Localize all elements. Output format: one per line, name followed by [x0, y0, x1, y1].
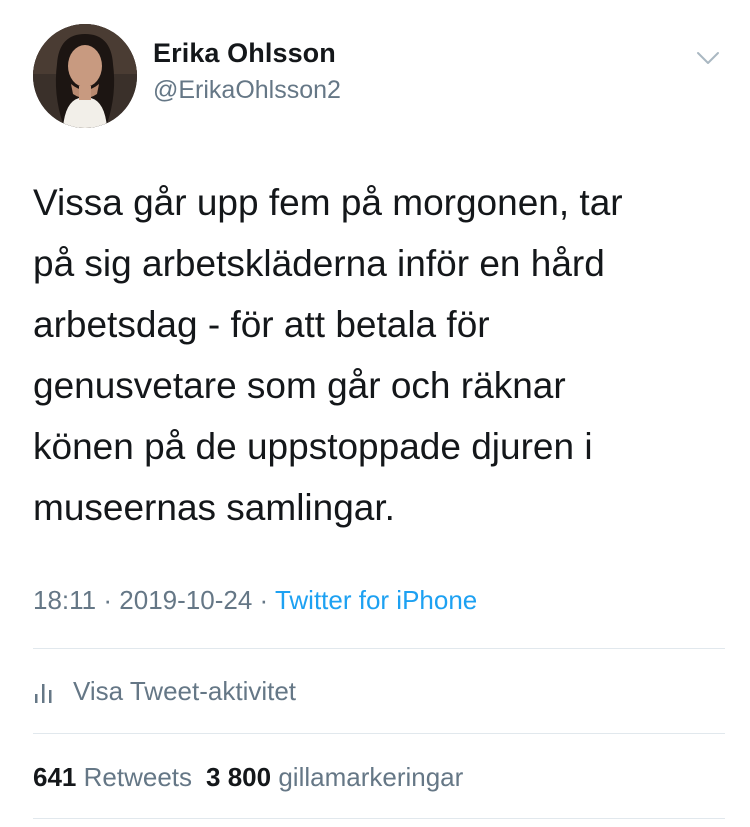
- tweet-stats: 641 Retweets 3 800 gillamarkeringar: [33, 762, 463, 793]
- likes-label: gillamarkeringar: [278, 762, 464, 792]
- bar-chart-icon: [33, 680, 55, 704]
- retweets-count: 641: [33, 762, 77, 792]
- tweet-time: 18:11: [33, 585, 97, 615]
- likes-count: 3 800: [206, 762, 272, 792]
- tweet-date: 2019-10-24: [119, 585, 253, 615]
- user-handle[interactable]: @ErikaOhlsson2: [153, 76, 341, 105]
- chevron-down-icon[interactable]: [694, 44, 722, 72]
- activity-label: Visa Tweet-aktivitet: [73, 676, 297, 706]
- avatar[interactable]: [33, 24, 137, 128]
- tweet-text: Vissa går upp fem på morgonen, tar på si…: [33, 182, 623, 528]
- meta-separator: ·: [103, 585, 113, 615]
- retweets-label: Retweets: [83, 762, 193, 792]
- meta-separator: ·: [259, 585, 269, 615]
- avatar-image: [33, 24, 137, 128]
- divider: [33, 648, 725, 649]
- tweet-activity-link[interactable]: Visa Tweet-aktivitet: [33, 676, 296, 707]
- divider: [33, 818, 725, 819]
- likes-stat[interactable]: 3 800 gillamarkeringar: [206, 762, 463, 792]
- retweets-stat[interactable]: 641 Retweets: [33, 762, 192, 792]
- divider: [33, 733, 725, 734]
- tweet-meta: 18:11 · 2019-10-24 · Twitter for iPhone: [33, 585, 477, 616]
- display-name[interactable]: Erika Ohlsson: [153, 38, 336, 69]
- tweet-card: Erika Ohlsson @ErikaOhlsson2 Vissa går u…: [0, 0, 750, 827]
- tweet-source-link[interactable]: Twitter for iPhone: [275, 585, 477, 615]
